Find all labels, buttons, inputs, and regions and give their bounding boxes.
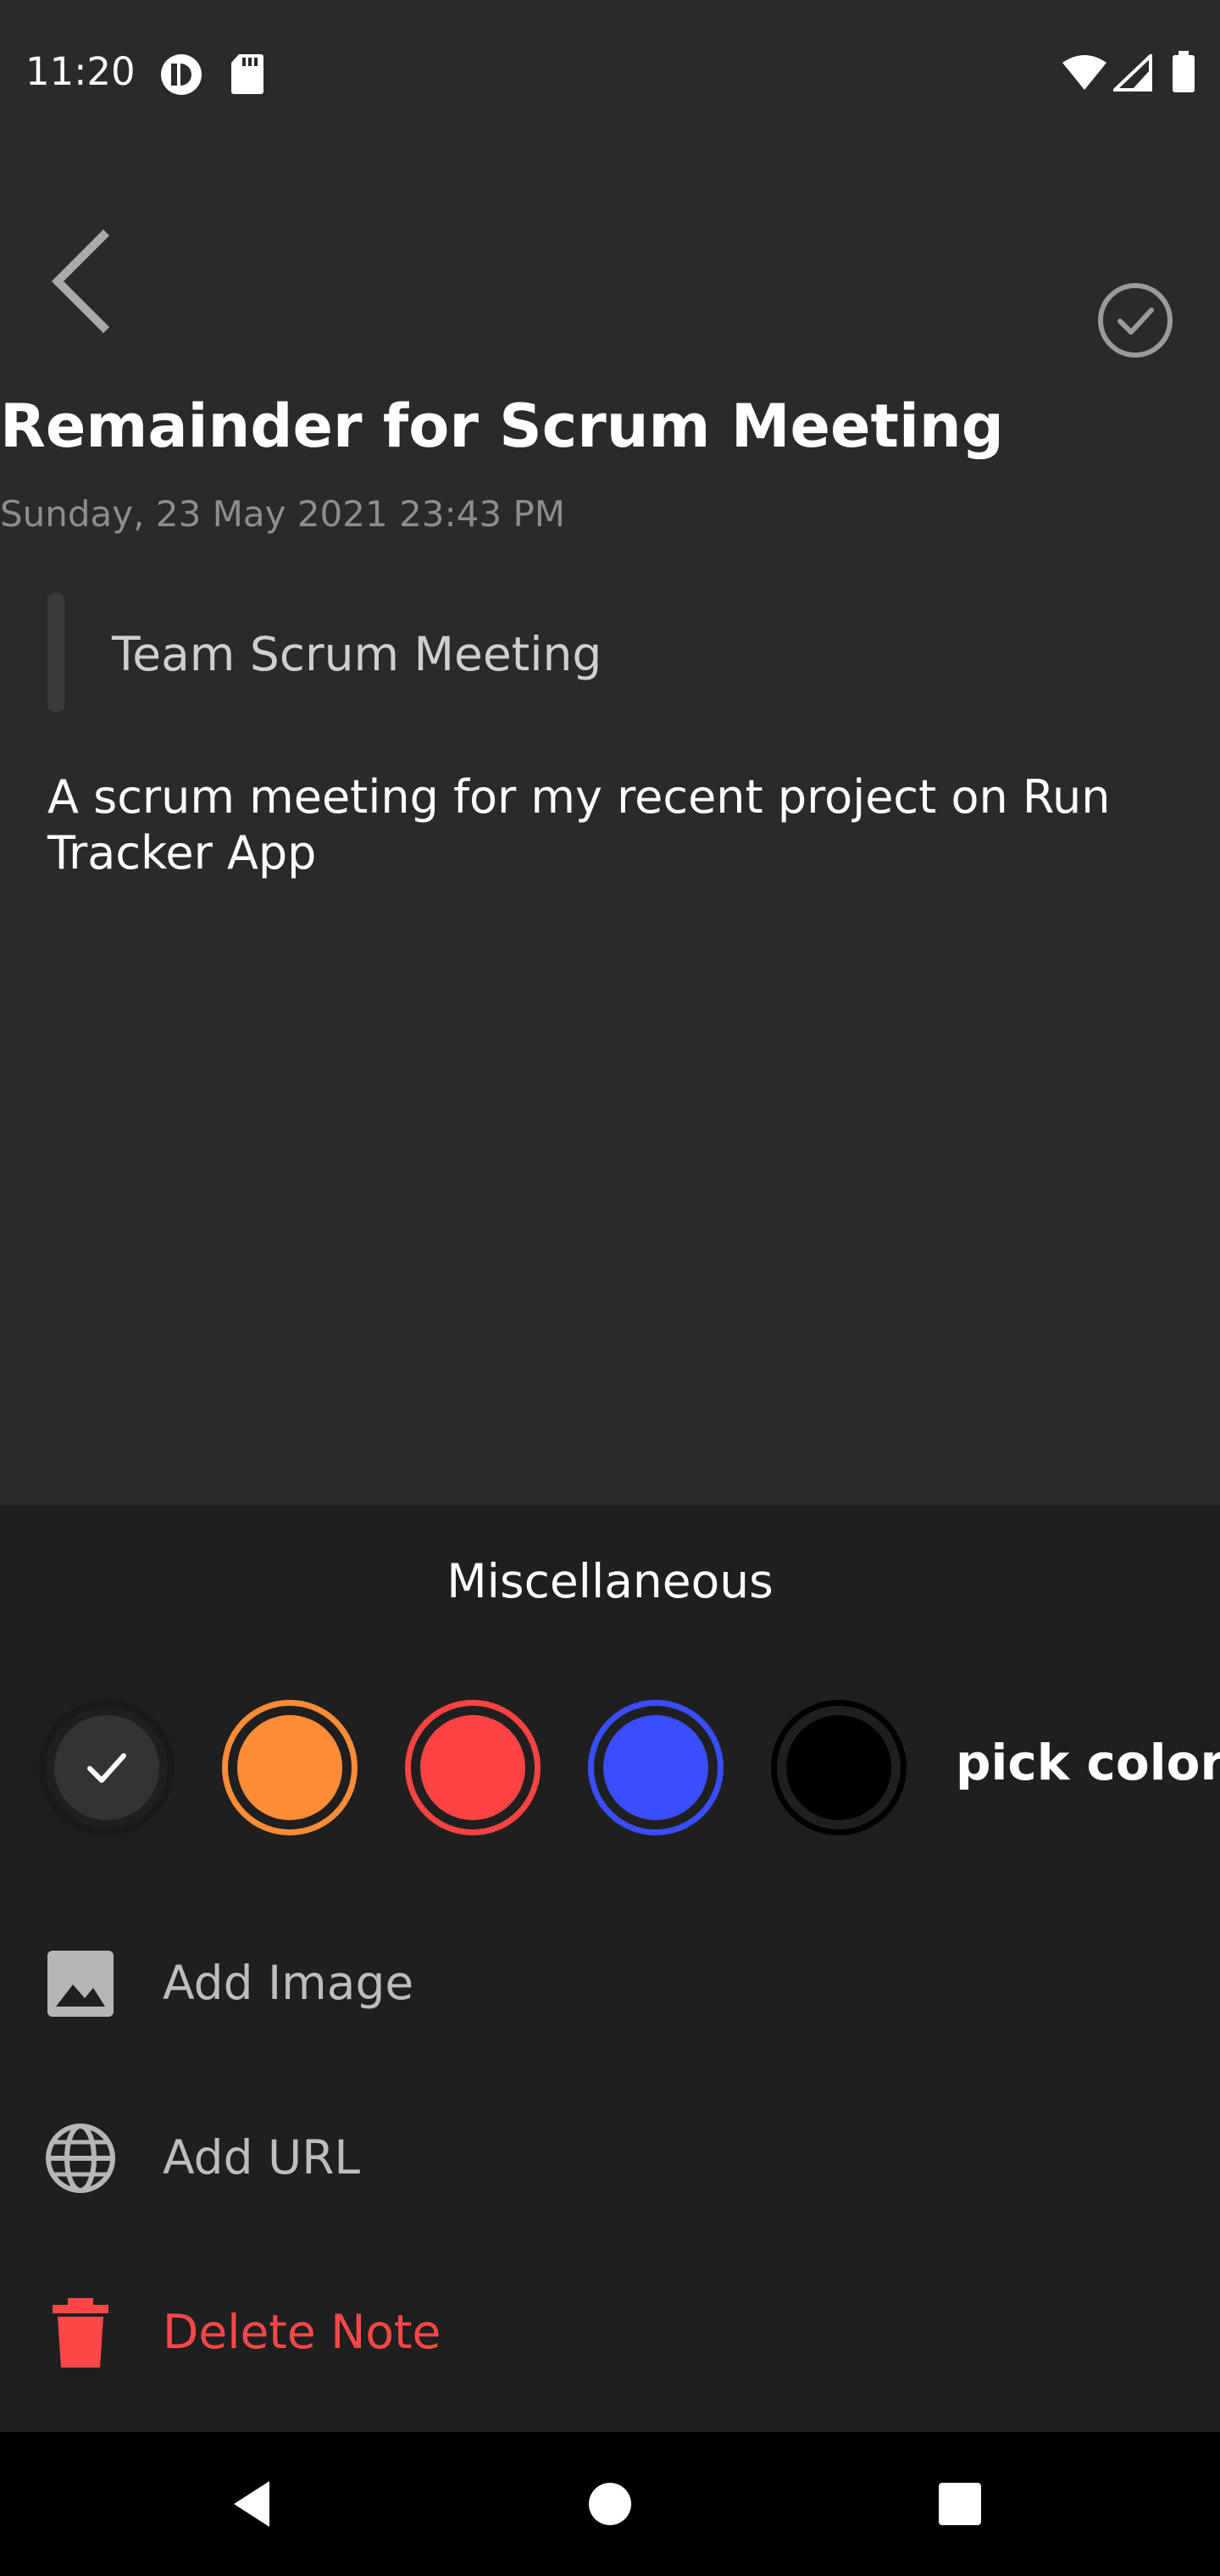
chevron-left-icon <box>51 229 110 334</box>
color-fill <box>603 1715 708 1820</box>
color-fill <box>237 1715 342 1820</box>
sd-card-icon <box>231 54 263 94</box>
color-swatch-default[interactable] <box>39 1700 175 1835</box>
add-image-label: Add Image <box>163 1956 414 2010</box>
back-triangle-icon <box>234 2481 269 2527</box>
add-url-action[interactable]: Add URL <box>0 2088 1220 2223</box>
recents-square-icon <box>939 2483 981 2525</box>
color-fill <box>786 1715 891 1820</box>
note-body[interactable]: A scrum meeting for my recent project on… <box>47 769 1166 881</box>
color-fill <box>420 1715 525 1820</box>
color-swatch-black[interactable] <box>771 1700 907 1835</box>
delete-note-label: Delete Note <box>163 2305 441 2359</box>
delete-note-action[interactable]: Delete Note <box>0 2262 1220 2398</box>
battery-icon <box>1173 51 1195 92</box>
add-image-action[interactable]: Add Image <box>0 1913 1220 2049</box>
back-button[interactable] <box>44 227 120 337</box>
color-swatch-orange[interactable] <box>222 1700 358 1835</box>
cellular-signal-icon <box>1113 54 1152 92</box>
wifi-icon <box>1062 55 1106 90</box>
save-note-button[interactable] <box>1096 281 1174 359</box>
note-title[interactable]: Remainder for Scrum Meeting <box>0 391 1004 461</box>
sheet-title[interactable]: Miscellaneous <box>0 1554 1220 1608</box>
trash-icon <box>53 2298 108 2368</box>
image-icon <box>47 1951 114 2017</box>
miscellaneous-sheet: Miscellaneous pick color Add Image Add U… <box>0 1505 1220 2432</box>
home-circle-icon <box>589 2483 631 2525</box>
note-subtitle[interactable]: Team Scrum Meeting <box>112 627 602 681</box>
globe-icon <box>46 2124 115 2193</box>
check-circle-icon <box>1098 283 1173 358</box>
note-datetime: Sunday, 23 May 2021 23:43 PM <box>0 493 566 535</box>
nav-home-button[interactable] <box>580 2474 640 2534</box>
pick-color-button[interactable]: pick color <box>956 1734 1220 1791</box>
app-notification-icon <box>161 54 202 95</box>
nav-recents-button[interactable] <box>930 2474 990 2534</box>
nav-back-button[interactable] <box>222 2474 281 2534</box>
color-swatch-blue[interactable] <box>588 1700 724 1835</box>
subtitle-indicator <box>47 593 64 712</box>
navigation-bar <box>0 2432 1220 2576</box>
add-url-label: Add URL <box>163 2130 361 2185</box>
status-bar: 11:20 <box>0 0 1220 144</box>
checkmark-icon <box>87 1753 126 1783</box>
status-time: 11:20 <box>25 49 136 94</box>
color-swatch-red[interactable] <box>405 1700 541 1835</box>
